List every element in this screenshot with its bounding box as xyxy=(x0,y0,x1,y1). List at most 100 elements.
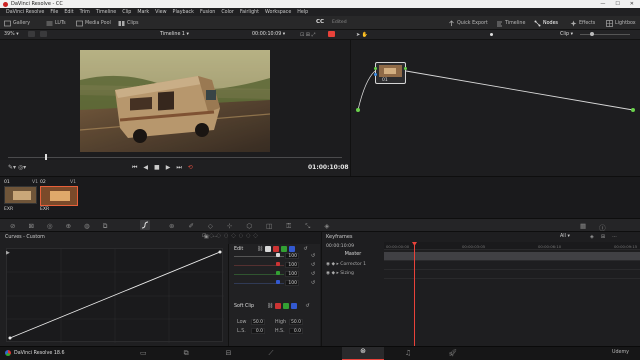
magic-mask-icon[interactable]: ⬡ xyxy=(246,222,252,231)
fusion-page-icon[interactable]: ⟋ xyxy=(269,349,274,358)
menu-file[interactable]: File xyxy=(50,10,58,15)
node-output-green[interactable] xyxy=(404,67,407,70)
tracker-icon[interactable]: ⊹ xyxy=(227,222,232,231)
cut-page-icon[interactable]: ⧉ xyxy=(184,349,189,358)
effects-button[interactable]: Effects xyxy=(570,20,595,27)
motion-effects-icon[interactable]: ⧉ xyxy=(103,222,108,231)
clip-mode-select[interactable]: Clip ▾ xyxy=(560,32,573,37)
node-zoom-slider[interactable] xyxy=(580,34,630,35)
keyframe-more-icon[interactable]: ⋯ xyxy=(612,234,617,240)
clips-button[interactable]: Clips xyxy=(118,20,139,27)
track-sizing[interactable]: ◉ ◆ ▸ Sizing xyxy=(326,271,354,276)
keyframe-filter-select[interactable]: All ▾ xyxy=(560,234,570,239)
menu-timeline[interactable]: Timeline xyxy=(96,10,116,15)
curve-mode-4-icon[interactable]: ◌ xyxy=(224,233,228,239)
soft-clip-red-button[interactable] xyxy=(275,303,282,309)
stop-icon[interactable]: ■ xyxy=(154,164,160,172)
sizing-eye-icon[interactable]: ◉ xyxy=(326,271,330,276)
blue-value[interactable]: 100 xyxy=(285,280,299,286)
info-icon[interactable]: ⓘ xyxy=(599,222,606,232)
soft-clip-link-icon[interactable]: ⛓ xyxy=(267,303,273,309)
maximize-icon[interactable]: ☐ xyxy=(615,1,619,7)
viewer-scrubber[interactable] xyxy=(0,152,350,160)
node-zoom-handle[interactable] xyxy=(490,33,493,36)
luts-button[interactable]: LUTs xyxy=(46,20,66,27)
corrector-eye-icon[interactable]: ◉ xyxy=(326,262,330,267)
timeline-select[interactable]: Timeline 1 ▾ xyxy=(160,32,189,37)
3d-icon[interactable]: ◈ xyxy=(324,222,329,231)
color-page-button[interactable]: ⊛ xyxy=(342,347,384,360)
reset-luma-icon[interactable]: ↺ xyxy=(311,253,315,259)
window-icon[interactable]: ◇ xyxy=(208,222,213,231)
red-channel-button[interactable] xyxy=(273,246,280,252)
node-zoom-knob[interactable] xyxy=(590,32,594,36)
keyframe-playhead[interactable] xyxy=(414,242,415,346)
clip-1-thumbnail[interactable] xyxy=(4,186,37,204)
clip-2-thumbnail[interactable] xyxy=(40,186,78,206)
curve-flag-icon[interactable]: ▶ xyxy=(6,250,10,256)
ls-value[interactable]: 0.0 xyxy=(251,328,265,334)
media-pool-button[interactable]: Media Pool xyxy=(76,20,111,27)
master-track-lane[interactable] xyxy=(384,252,640,260)
compare-button[interactable] xyxy=(40,31,47,37)
lightbox-button[interactable]: Lightbox xyxy=(606,20,636,27)
media-page-icon[interactable]: ▭ xyxy=(140,349,147,358)
blue-channel-button[interactable] xyxy=(289,246,296,252)
curve-mode-3-icon[interactable]: ◌ xyxy=(217,233,221,239)
sizing-icon[interactable]: ⤡ xyxy=(305,222,310,231)
node-input-green[interactable] xyxy=(374,67,377,70)
reset-red-icon[interactable]: ↺ xyxy=(311,262,315,268)
curve-mode-7-icon[interactable]: ◌ xyxy=(246,233,250,239)
curves-tool-button[interactable] xyxy=(140,220,150,230)
green-channel-button[interactable] xyxy=(281,246,288,252)
blur-icon[interactable]: ◫ xyxy=(266,222,272,231)
curve-mode-8-icon[interactable]: ◌ xyxy=(253,233,257,239)
menu-resolve[interactable]: DaVinci Resolve xyxy=(6,10,44,15)
zoom-select[interactable]: 39% ▾ xyxy=(4,32,19,37)
hdr-icon[interactable]: ◍ xyxy=(84,222,90,231)
camera-raw-icon[interactable]: ⊘ xyxy=(10,222,15,231)
last-frame-icon[interactable]: ⏭ xyxy=(176,164,181,172)
menu-view[interactable]: View xyxy=(155,10,166,15)
menu-edit[interactable]: Edit xyxy=(64,10,73,15)
curve-mode-6-icon[interactable]: ◌ xyxy=(239,233,243,239)
curve-mode-5-icon[interactable]: ◌ xyxy=(231,233,235,239)
menu-fairlight[interactable]: Fairlight xyxy=(240,10,259,15)
reset-blue-icon[interactable]: ↺ xyxy=(311,280,315,286)
gallery-button[interactable]: Gallery xyxy=(4,20,30,27)
node-input-blue[interactable] xyxy=(374,73,377,76)
node-pointer-tool[interactable]: ➤ ✋ xyxy=(356,32,368,38)
menu-workspace[interactable]: Workspace xyxy=(265,10,291,15)
first-frame-icon[interactable]: ⏮ xyxy=(132,164,137,172)
keyframe-view-icon[interactable]: ◈ xyxy=(590,234,594,240)
edit-page-icon[interactable]: ⊟ xyxy=(226,349,232,358)
high-value[interactable]: 50.0 xyxy=(289,319,303,325)
layout-button[interactable] xyxy=(28,31,35,37)
link-icon[interactable]: ⛓ xyxy=(257,246,263,252)
key-icon[interactable]: ⚿ xyxy=(286,222,291,231)
curve-mode-1-icon[interactable]: ⊡ xyxy=(202,233,206,239)
highlight-button[interactable] xyxy=(328,31,335,37)
fairlight-page-icon[interactable]: ♫ xyxy=(405,349,411,357)
menu-mark[interactable]: Mark xyxy=(137,10,149,15)
soft-clip-green-button[interactable] xyxy=(283,303,290,309)
color-node-01[interactable]: 01 xyxy=(374,62,407,84)
qualifier-icon[interactable]: ✐ xyxy=(188,222,193,231)
rgb-mixer-icon[interactable]: ⊕ xyxy=(66,222,71,231)
deliver-page-icon[interactable]: 🚀︎ xyxy=(448,349,457,357)
hs-value[interactable]: 0.0 xyxy=(289,328,303,334)
nodes-button[interactable]: Nodes xyxy=(534,20,558,27)
color-warper-icon[interactable]: ⊛ xyxy=(169,222,174,231)
color-match-icon[interactable]: ⊠ xyxy=(28,222,33,231)
menu-fusion[interactable]: Fusion xyxy=(200,10,215,15)
curve-mode-2-icon[interactable]: ◌ xyxy=(209,233,213,239)
reset-edit-icon[interactable]: ↺ xyxy=(303,246,307,252)
reset-green-icon[interactable]: ↺ xyxy=(311,271,315,277)
soft-clip-blue-button[interactable] xyxy=(291,303,298,309)
quick-export-button[interactable]: Quick Export xyxy=(448,20,488,27)
menu-trim[interactable]: Trim xyxy=(80,10,90,15)
low-value[interactable]: 50.0 xyxy=(251,319,265,325)
luma-channel-button[interactable] xyxy=(265,246,272,252)
menu-color[interactable]: Color xyxy=(221,10,234,15)
keyframe-ruler[interactable]: 00:00:00:00 00:00:03:05 00:00:06:10 00:0… xyxy=(384,242,640,250)
